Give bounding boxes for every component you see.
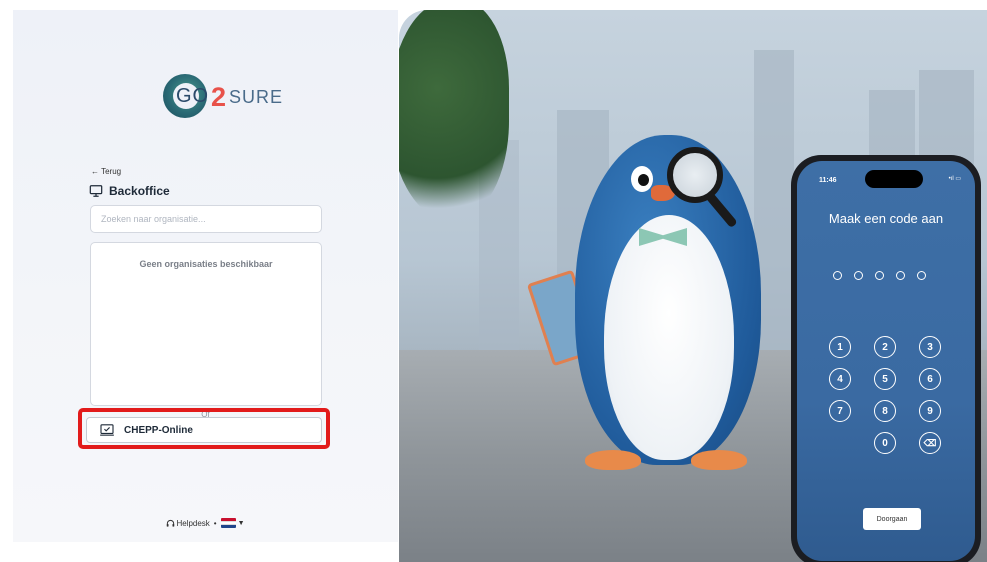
highlight-box [78, 408, 330, 449]
phone-screen: 11:46 •ıl ▭ Maak een code aan 1 2 3 4 5 … [797, 161, 975, 561]
hero-image: 11:46 •ıl ▭ Maak een code aan 1 2 3 4 5 … [399, 10, 987, 562]
key-6[interactable]: 6 [919, 368, 941, 390]
monitor-icon [89, 185, 103, 197]
pin-dot [875, 271, 884, 280]
phone-title: Maak een code aan [828, 211, 944, 226]
key-4[interactable]: 4 [829, 368, 851, 390]
footer-separator: • [213, 518, 217, 528]
key-5[interactable]: 5 [874, 368, 896, 390]
footer: Helpdesk • ▼ [13, 518, 398, 528]
login-panel: GO 2 SURE ← Terug Backoffice Geen organi… [13, 10, 398, 542]
key-7[interactable]: 7 [829, 400, 851, 422]
logo-text-sure: SURE [229, 87, 284, 107]
back-link[interactable]: ← Terug [91, 167, 121, 176]
chevron-down-icon: ▼ [237, 519, 245, 527]
organization-search-input[interactable] [90, 205, 322, 233]
key-8[interactable]: 8 [874, 400, 896, 422]
organization-list[interactable]: Geen organisaties beschikbaar [90, 242, 322, 406]
pin-dot [854, 271, 863, 280]
backspace-icon[interactable]: ⌫ [919, 432, 941, 454]
pin-dot [896, 271, 905, 280]
empty-state-text: Geen organisaties beschikbaar [139, 259, 273, 269]
headset-icon [167, 519, 175, 527]
section-title-label: Backoffice [109, 184, 170, 198]
key-2[interactable]: 2 [874, 336, 896, 358]
pin-dot [917, 271, 926, 280]
phone-time: 11:46 [819, 177, 837, 184]
helpdesk-link[interactable]: Helpdesk [166, 518, 210, 528]
netherlands-flag-icon [220, 518, 236, 528]
pin-dot [833, 271, 842, 280]
pin-dots [833, 271, 926, 280]
key-9[interactable]: 9 [919, 400, 941, 422]
dynamic-island [865, 170, 923, 188]
helpdesk-label: Helpdesk [176, 518, 210, 528]
logo-text-two: 2 [211, 82, 227, 112]
phone-status-icons: •ıl ▭ [948, 176, 961, 182]
key-3[interactable]: 3 [919, 336, 941, 358]
language-selector[interactable]: ▼ [220, 518, 245, 528]
key-0[interactable]: 0 [874, 432, 896, 454]
phone-mockup: 11:46 •ıl ▭ Maak een code aan 1 2 3 4 5 … [791, 155, 981, 562]
key-1[interactable]: 1 [829, 336, 851, 358]
section-title: Backoffice [89, 184, 170, 198]
magnifying-glass-icon [667, 147, 723, 203]
go2sure-logo: GO 2 SURE [163, 74, 283, 118]
continue-button[interactable]: Doorgaan [863, 508, 921, 530]
logo-text-go: GO [176, 85, 210, 107]
